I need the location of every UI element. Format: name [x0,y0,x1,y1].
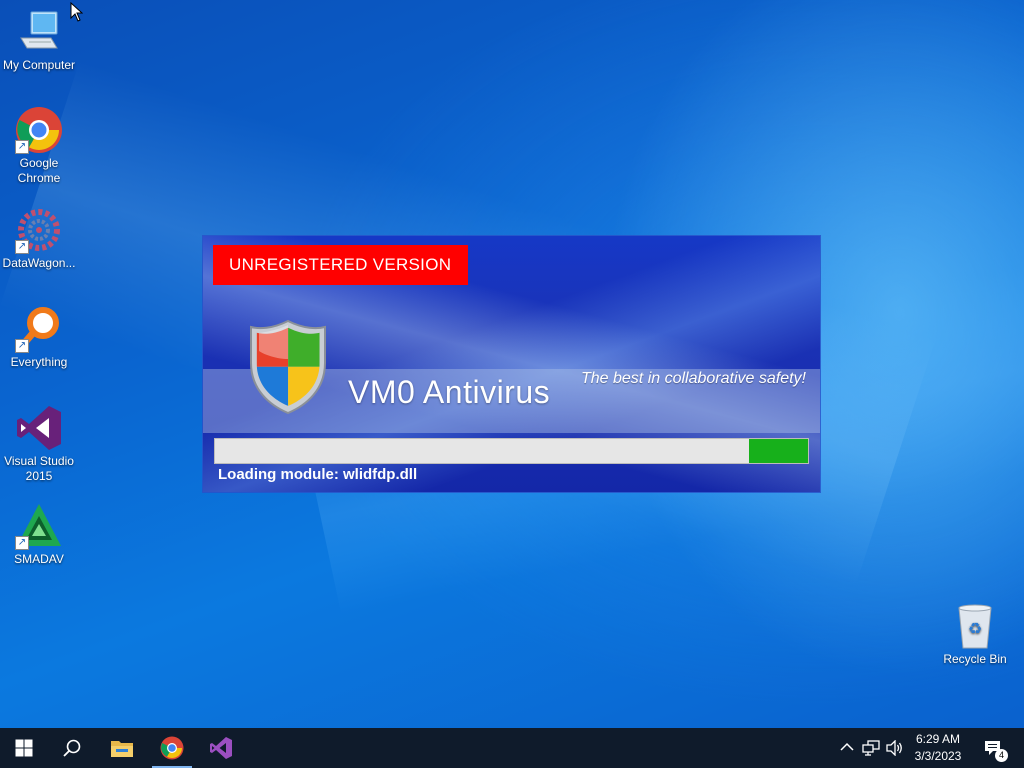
desktop-icon-google-chrome[interactable]: ↗ Google Chrome [0,106,78,186]
file-explorer-icon [111,741,133,757]
desktop-icon-label: SMADAV [14,552,64,566]
svg-text:♻: ♻ [968,619,982,638]
show-hidden-icons-button[interactable] [838,728,856,768]
volume-icon [886,740,902,756]
visual-studio-icon [15,404,63,452]
chrome-icon: ↗ [15,106,63,154]
start-button[interactable] [0,728,48,768]
search-magnifier-icon: ↗ [15,305,63,353]
antivirus-splash-window: UNREGISTERED VERSION VM0 Antivirus The b… [203,236,820,492]
start-icon [15,739,33,757]
shortcut-arrow-icon: ↗ [15,140,29,154]
loading-status-text: Loading module: wlidfdp.dll [218,466,418,483]
taskbar-visual-studio[interactable] [197,728,245,768]
smadav-icon: ↗ [15,502,63,550]
network-icon [862,740,880,756]
desktop-icon-label: Visual Studio 2015 [4,454,74,483]
notification-count-badge: 4 [995,749,1008,762]
recycle-bin-icon: ♻ [951,602,999,650]
desktop-icon-label: DataWagon... [2,256,76,270]
clock-time: 6:29 AM [915,732,961,746]
clock-date: 3/3/2023 [914,749,962,763]
shortcut-arrow-icon: ↗ [15,339,29,353]
product-tagline: The best in collaborative safety! [580,370,806,387]
taskbar-search-button[interactable] [48,728,96,768]
search-icon [63,739,81,757]
desktop-icon-label: Everything [10,355,68,369]
shortcut-arrow-icon: ↗ [15,240,29,254]
desktop-icon-everything[interactable]: ↗ Everything [0,305,78,370]
loading-progress-bar [214,438,809,464]
unregistered-badge: UNREGISTERED VERSION [213,245,468,285]
computer-icon [15,8,63,56]
taskbar: 6:29 AM 3/3/2023 4 [0,728,1024,768]
chrome-icon [160,736,184,760]
progress-fill [748,439,808,463]
desktop-icon-label: Recycle Bin [943,652,1007,666]
desktop-icon-recycle-bin[interactable]: ♻ Recycle Bin [936,602,1014,667]
action-center-button[interactable]: 4 [980,728,1008,768]
datawagon-icon: ↗ [15,206,63,254]
desktop-icon-my-computer[interactable]: My Computer [0,8,78,73]
taskbar-file-explorer[interactable] [98,728,146,768]
chevron-up-icon [840,742,854,751]
volume-tray-button[interactable] [884,728,904,768]
shield-icon [250,319,326,415]
desktop-icon-label: My Computer [2,58,76,72]
desktop-icon-smadav[interactable]: ↗ SMADAV [0,502,78,567]
desktop-icon-visual-studio[interactable]: Visual Studio 2015 [0,404,78,484]
network-tray-button[interactable] [860,728,882,768]
taskbar-chrome[interactable] [148,728,196,768]
visual-studio-icon [210,737,232,759]
desktop-icon-datawagon[interactable]: ↗ DataWagon... [0,206,78,271]
shortcut-arrow-icon: ↗ [15,536,29,550]
product-title: VM0 Antivirus [348,374,551,410]
taskbar-clock[interactable]: 6:29 AM 3/3/2023 [905,731,971,765]
desktop-icon-label: Google Chrome [17,156,61,185]
